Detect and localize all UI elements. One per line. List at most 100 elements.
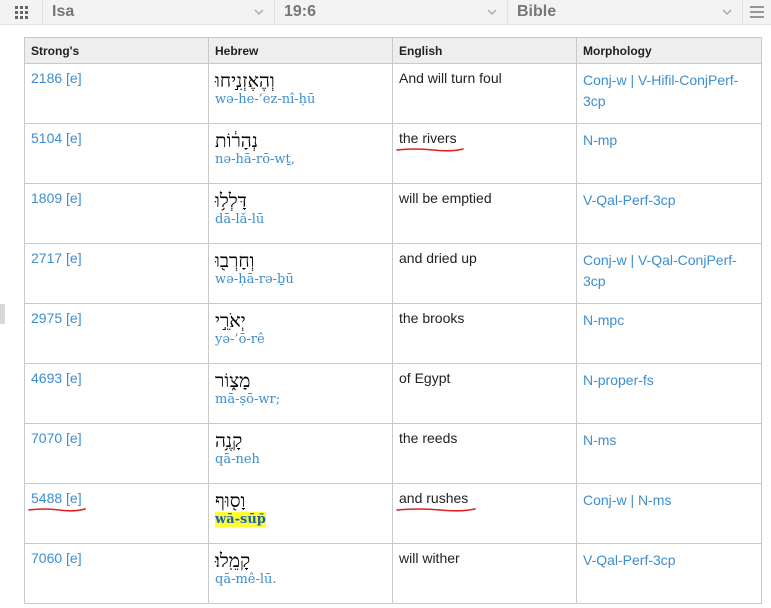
english-gloss-text: and rushes: [399, 490, 469, 506]
chapter-verse-select-value: 19:6: [284, 3, 317, 20]
morphology-link[interactable]: N-proper-fs: [583, 370, 755, 391]
red-underline-annotation: [396, 148, 464, 152]
chapter-verse-select[interactable]: 19:6: [275, 0, 508, 24]
version-select-value: Bible: [517, 3, 557, 20]
table-row: 2186 [e] וְהֶאֶזְנִ֣יחוּ wə-he-’ez-nî-ḥū An…: [24, 63, 762, 124]
hebrew-cell: וָס֖וּף wā-sūp̄: [208, 483, 393, 544]
hebrew-cell: מָצ֑וֹר mā-ṣō-wr;: [208, 363, 393, 424]
morphology-cell: N-proper-fs: [576, 363, 762, 424]
strongs-number-link[interactable]: 4693 [e]: [31, 370, 82, 386]
strongs-cell: 7060 [e]: [24, 543, 209, 604]
transliteration-text: dā-lă-lū: [215, 212, 265, 227]
table-header-row: Strong's Hebrew English Morphology: [24, 37, 762, 64]
table-row: 7070 [e] קָנֶ֥ה qā-neh the reeds N-ms: [24, 423, 762, 484]
version-select[interactable]: Bible: [508, 0, 743, 24]
english-cell: and dried up: [392, 243, 577, 304]
strongs-number-text: 7060 [e]: [31, 550, 82, 566]
hebrew-cell: וְחָרְב֖וּ wə-ḥā-rə-ḇū: [208, 243, 393, 304]
morphology-cell: N-ms: [576, 423, 762, 484]
strongs-number-link[interactable]: 1809 [e]: [31, 190, 82, 206]
transliteration: wə-he-’ez-nî-ḥū: [215, 92, 386, 108]
side-scroll-handle[interactable]: [0, 304, 5, 324]
transliteration: wə-ḥā-rə-ḇū: [215, 272, 386, 288]
english-cell: the reeds: [392, 423, 577, 484]
chevron-down-icon: [487, 9, 497, 16]
morphology-cell: N-mp: [576, 123, 762, 184]
hebrew-word[interactable]: וָס֖וּף: [215, 490, 245, 512]
english-gloss-text: And will turn foul: [399, 70, 502, 86]
english-gloss: of Egypt: [399, 370, 450, 386]
table-row: 5104 [e] נְהָר֔וֹת nə-hā-rō-wṯ, the rivers N…: [24, 123, 762, 184]
morphology-link[interactable]: N-mpc: [583, 310, 755, 331]
hebrew-word[interactable]: דָּלְל֥וּ: [215, 190, 247, 212]
grid-icon: [14, 5, 28, 19]
top-navigation-bar: Isa 19:6 Bible: [0, 0, 771, 25]
transliteration-text: nə-hā-rō-wṯ,: [215, 152, 295, 167]
transliteration-text: wā-sūp̄: [215, 512, 266, 527]
column-header-morphology: Morphology: [576, 37, 762, 64]
transliteration-text: wə-he-’ez-nî-ḥū: [215, 92, 316, 107]
strongs-cell: 5488 [e]: [24, 483, 209, 544]
strongs-number-text: 5488 [e]: [31, 490, 82, 506]
strongs-number-link[interactable]: 7060 [e]: [31, 550, 82, 566]
transliteration: nə-hā-rō-wṯ,: [215, 152, 386, 168]
strongs-number-link[interactable]: 2975 [e]: [31, 310, 82, 326]
english-cell: of Egypt: [392, 363, 577, 424]
english-cell: and rushes: [392, 483, 577, 544]
morphology-link[interactable]: Conj-w | N-ms: [583, 490, 755, 511]
english-cell: will wither: [392, 543, 577, 604]
strongs-number-link[interactable]: 2186 [e]: [31, 70, 82, 86]
apps-grid-button[interactable]: [0, 0, 43, 24]
hebrew-word[interactable]: קָנֶ֥ה: [215, 430, 242, 452]
strongs-number-link[interactable]: 2717 [e]: [31, 250, 82, 266]
morphology-link[interactable]: Conj-w | V-Qal-ConjPerf-3cp: [583, 250, 755, 292]
table-row: 4693 [e] מָצ֑וֹר mā-ṣō-wr; of Egypt N-proper…: [24, 363, 762, 424]
hebrew-word[interactable]: מָצ֑וֹר: [215, 370, 250, 392]
strongs-number-text: 7070 [e]: [31, 430, 82, 446]
morphology-link[interactable]: N-mp: [583, 130, 755, 151]
hebrew-word[interactable]: נְהָר֔וֹת: [215, 130, 258, 152]
hebrew-word[interactable]: קָמֵֽלוּ׃: [215, 550, 250, 572]
transliteration-text: qā-neh: [215, 452, 260, 467]
hebrew-word[interactable]: וְחָרְב֖וּ: [215, 250, 254, 272]
strongs-cell: 4693 [e]: [24, 363, 209, 424]
strongs-number-text: 2975 [e]: [31, 310, 82, 326]
english-gloss: and rushes: [396, 490, 476, 512]
interlinear-table: Strong's Hebrew English Morphology 2186 …: [24, 37, 762, 604]
book-select[interactable]: Isa: [43, 0, 275, 24]
strongs-number-link[interactable]: 5488 [e]: [28, 490, 86, 512]
english-gloss-text: will be emptied: [399, 190, 492, 206]
transliteration-text: mā-ṣō-wr;: [215, 392, 281, 407]
table-row: 2975 [e] יְאֹרֵ֣י yə-’ō-rê the brooks N-mpc: [24, 303, 762, 364]
morphology-cell: V-Qal-Perf-3cp: [576, 183, 762, 244]
strongs-number-text: 4693 [e]: [31, 370, 82, 386]
transliteration-text: yə-’ō-rê: [215, 332, 265, 347]
english-gloss: the reeds: [399, 430, 457, 446]
strongs-number-link[interactable]: 5104 [e]: [31, 130, 82, 146]
transliteration: qā-neh: [215, 452, 386, 468]
transliteration: qā-mê-lū.: [215, 572, 386, 588]
english-gloss-text: and dried up: [399, 250, 477, 266]
hamburger-menu-icon: [750, 6, 764, 18]
english-cell: the brooks: [392, 303, 577, 364]
morphology-cell: Conj-w | N-ms: [576, 483, 762, 544]
english-gloss: and dried up: [399, 250, 477, 266]
hebrew-word[interactable]: יְאֹרֵ֣י: [215, 310, 246, 332]
morphology-link[interactable]: V-Qal-Perf-3cp: [583, 190, 755, 211]
morphology-link[interactable]: Conj-w | V-Hifil-ConjPerf-3cp: [583, 70, 755, 112]
english-gloss: will wither: [399, 550, 460, 566]
strongs-number-link[interactable]: 7070 [e]: [31, 430, 82, 446]
book-select-value: Isa: [52, 3, 75, 20]
morphology-link[interactable]: V-Qal-Perf-3cp: [583, 550, 755, 571]
hebrew-word[interactable]: וְהֶאֶזְנִ֣יחוּ: [215, 70, 275, 92]
strongs-number-text: 2717 [e]: [31, 250, 82, 266]
transliteration-text: qā-mê-lū.: [215, 572, 277, 587]
strongs-cell: 2186 [e]: [24, 63, 209, 124]
menu-button[interactable]: [743, 0, 771, 24]
chevron-down-icon: [254, 9, 264, 16]
transliteration: mā-ṣō-wr;: [215, 392, 386, 408]
table-row: 1809 [e] דָּלְל֥וּ dā-lă-lū will be emptied…: [24, 183, 762, 244]
strongs-cell: 5104 [e]: [24, 123, 209, 184]
morphology-link[interactable]: N-ms: [583, 430, 755, 451]
transliteration: dā-lă-lū: [215, 212, 386, 228]
